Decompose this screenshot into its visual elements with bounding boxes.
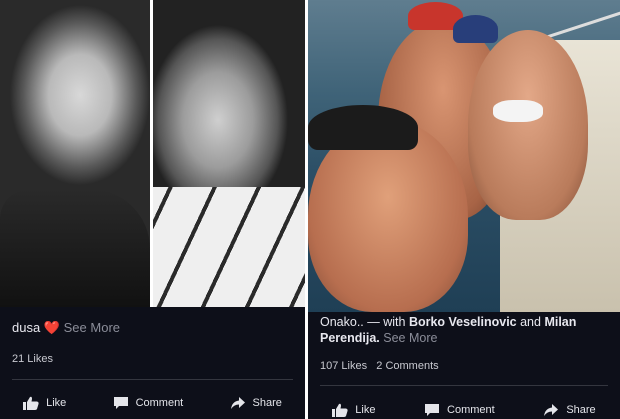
share-icon: [544, 404, 559, 416]
post-caption: dusa ❤️ See More: [12, 320, 120, 336]
person-woman: [468, 30, 588, 220]
caption-text: dusa: [12, 320, 41, 335]
comment-button[interactable]: Comment: [113, 396, 184, 410]
striped-shirt: [153, 187, 305, 307]
comments-count[interactable]: 2 Comments: [376, 360, 438, 372]
like-button[interactable]: Like: [332, 403, 375, 417]
share-button[interactable]: Share: [543, 403, 596, 417]
likes-count[interactable]: 21 Likes: [12, 353, 53, 365]
post-photo-bw[interactable]: [0, 0, 305, 307]
likes-text: 21 Likes: [12, 353, 53, 365]
comment-icon: [113, 397, 128, 409]
heart-emoji: ❤️: [43, 320, 61, 335]
post-caption: Onako.. — with Borko Veselinovic and Mil…: [320, 314, 610, 346]
comment-label: Comment: [447, 404, 495, 416]
black-cap: [308, 105, 418, 150]
see-more-link[interactable]: See More: [64, 320, 120, 335]
tagged-person-1[interactable]: Borko Veselinovic: [409, 315, 517, 329]
white-bikini: [493, 100, 543, 122]
divider: [320, 385, 608, 386]
post-photo-boat[interactable]: [308, 0, 620, 312]
post-card-left: dusa ❤️ See More 21 Likes Like Comment S…: [0, 0, 305, 419]
action-bar: Like Comment Share: [308, 403, 620, 417]
like-button[interactable]: Like: [23, 396, 66, 410]
share-label: Share: [566, 404, 596, 416]
post-stats: 107 Likes 2 Comments: [320, 360, 439, 372]
post-card-right: Onako.. — with Borko Veselinovic and Mil…: [308, 0, 620, 419]
caption-and: and: [520, 315, 541, 329]
like-label: Like: [355, 404, 376, 416]
black-hoodie: [0, 189, 150, 307]
thumbs-up-icon: [332, 403, 348, 417]
thumbs-up-icon: [23, 396, 39, 410]
likes-count[interactable]: 107 Likes: [320, 360, 367, 372]
action-bar: Like Comment Share: [0, 396, 305, 410]
divider: [12, 379, 293, 380]
photo-woman-half: [0, 0, 150, 307]
blue-cap: [453, 15, 498, 43]
comment-icon: [425, 404, 440, 416]
share-button[interactable]: Share: [230, 396, 282, 410]
share-label: Share: [252, 397, 282, 409]
comment-label: Comment: [135, 397, 184, 409]
caption-prefix: Onako.. — with: [320, 315, 406, 329]
comment-button[interactable]: Comment: [424, 403, 495, 417]
like-label: Like: [46, 397, 67, 409]
share-icon: [230, 397, 245, 409]
see-more-link[interactable]: See More: [383, 331, 437, 345]
photo-man-half: [153, 0, 305, 307]
